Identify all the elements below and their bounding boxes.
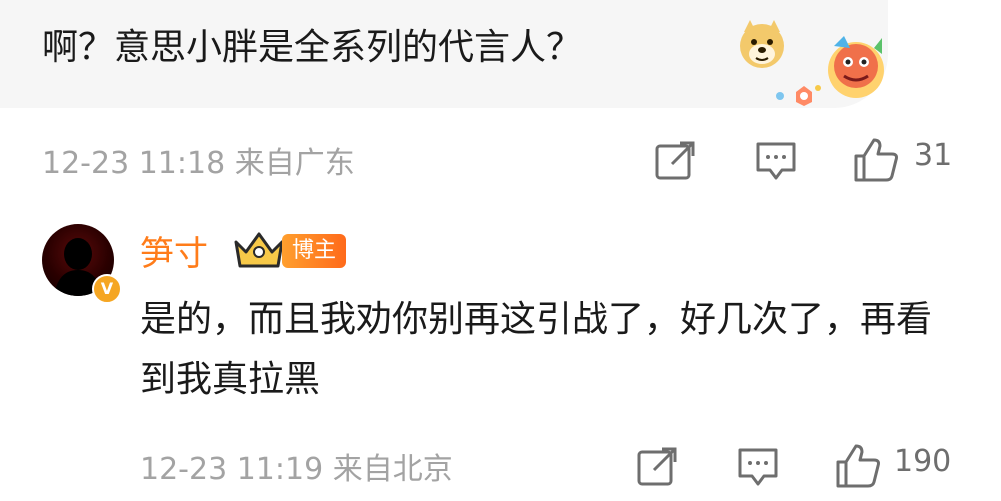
- top-comment-location: 来自广东: [234, 146, 355, 181]
- top-comment-text: 啊？意思小胖是全系列的代言人？: [42, 27, 583, 68]
- reply-meta-row: 12-23 11:19 来自北京 190: [0, 436, 1001, 496]
- comment-icon[interactable]: [754, 140, 798, 182]
- reply-location: 来自北京: [332, 452, 453, 487]
- share-icon[interactable]: [636, 446, 678, 488]
- lion-dance-badge-icon: [776, 36, 884, 106]
- top-comment-datetime: 12-23 11:18: [42, 146, 226, 181]
- reply-text: 是的，而且我劝你别再这引战了，好几次了，再看到我真拉黑: [140, 299, 933, 400]
- share-icon[interactable]: [654, 140, 696, 182]
- top-comment-meta-row: 12-23 11:18 来自广东 31: [0, 130, 1001, 190]
- reply-meta: 12-23 11:19 来自北京: [140, 444, 453, 488]
- reply-datetime: 12-23 11:19: [140, 452, 324, 487]
- blogger-role-tag: 博主: [282, 234, 347, 268]
- verified-badge-icon: V: [92, 274, 122, 304]
- top-comment-meta: 12-23 11:18 来自广东: [42, 138, 355, 182]
- like-icon[interactable]: [852, 136, 900, 184]
- crown-icon: [234, 232, 284, 268]
- top-comment-like-count: 31: [914, 138, 953, 173]
- reply-username[interactable]: 笋寸: [140, 226, 208, 275]
- reply-like-count: 190: [894, 444, 952, 479]
- like-icon[interactable]: [834, 442, 882, 490]
- comment-icon[interactable]: [736, 446, 780, 488]
